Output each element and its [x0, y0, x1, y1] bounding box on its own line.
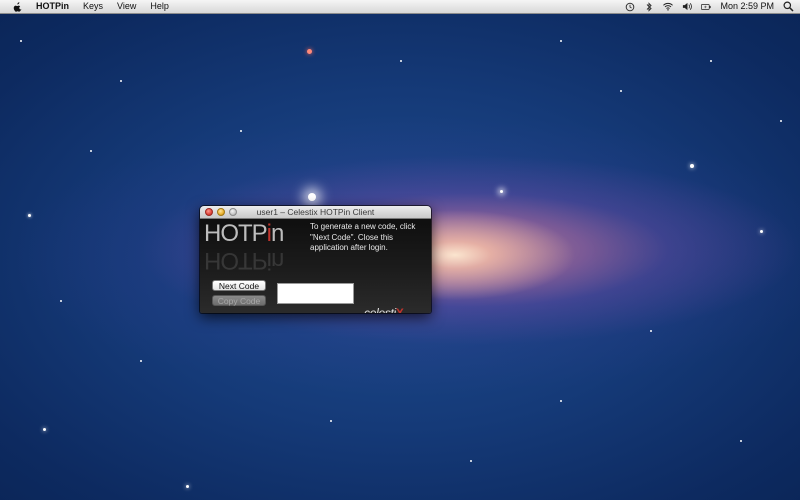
star — [330, 420, 332, 422]
star — [620, 90, 622, 92]
apple-icon-glyph — [13, 1, 21, 12]
star — [560, 40, 562, 42]
logo-n: n — [271, 220, 284, 247]
star — [90, 150, 92, 152]
logo-reflection-text: HOTP — [204, 247, 267, 274]
star — [307, 49, 312, 54]
star — [560, 400, 562, 402]
star — [500, 190, 503, 193]
brand-text: celesti — [364, 306, 396, 313]
copy-code-button[interactable]: Copy Code — [212, 295, 266, 306]
volume-icon[interactable] — [682, 2, 693, 12]
star — [760, 230, 763, 233]
star — [308, 193, 316, 201]
star — [650, 330, 652, 332]
wifi-icon[interactable] — [663, 2, 674, 12]
star — [60, 300, 62, 302]
star — [740, 440, 742, 442]
menu-bar-clock[interactable]: Mon 2:59 PM — [720, 0, 774, 13]
window-title: user1 – Celestix HOTPin Client — [256, 207, 375, 217]
star — [240, 130, 242, 132]
logo-text: HOTP — [204, 220, 268, 247]
menu-keys[interactable]: Keys — [83, 0, 103, 13]
logo-reflection: HOTPin — [204, 245, 283, 275]
hotpin-window: user1 – Celestix HOTPin Client HOTPin HO… — [200, 206, 431, 313]
menu-bar: HOTPin Keys View Help Mon 2:59 PM — [0, 0, 800, 14]
battery-icon[interactable] — [701, 2, 712, 12]
logo-reflection-i: i — [266, 247, 272, 274]
spotlight-icon[interactable] — [783, 1, 794, 12]
next-code-button[interactable]: Next Code — [212, 280, 266, 291]
menu-help[interactable]: Help — [150, 0, 169, 13]
star — [28, 214, 31, 217]
menu-bar-left: HOTPin Keys View Help — [0, 0, 183, 13]
code-output-field[interactable] — [277, 283, 354, 304]
window-titlebar[interactable]: user1 – Celestix HOTPin Client — [200, 206, 431, 219]
menu-bar-status: Mon 2:59 PM — [625, 0, 800, 13]
star — [690, 164, 694, 168]
star — [140, 360, 142, 362]
star — [20, 40, 22, 42]
star — [780, 120, 782, 122]
time-machine-icon[interactable] — [625, 2, 635, 12]
instructions-text: To generate a new code, click "Next Code… — [310, 222, 416, 252]
star — [186, 485, 189, 488]
celestix-logo: celestiX — [364, 307, 404, 313]
menu-view[interactable]: View — [117, 0, 136, 13]
star — [43, 428, 46, 431]
star — [710, 60, 712, 62]
star — [470, 460, 472, 462]
star — [400, 60, 402, 62]
apple-icon[interactable] — [12, 1, 22, 12]
window-content: HOTPin HOTPin To generate a new code, cl… — [200, 219, 431, 313]
brand-x: X — [395, 306, 404, 313]
logo-reflection-n: n — [271, 247, 284, 274]
menu-app-name[interactable]: HOTPin — [36, 0, 69, 13]
bluetooth-icon[interactable] — [644, 1, 654, 12]
star — [120, 80, 122, 82]
hotpin-logo: HOTPin — [204, 219, 284, 249]
